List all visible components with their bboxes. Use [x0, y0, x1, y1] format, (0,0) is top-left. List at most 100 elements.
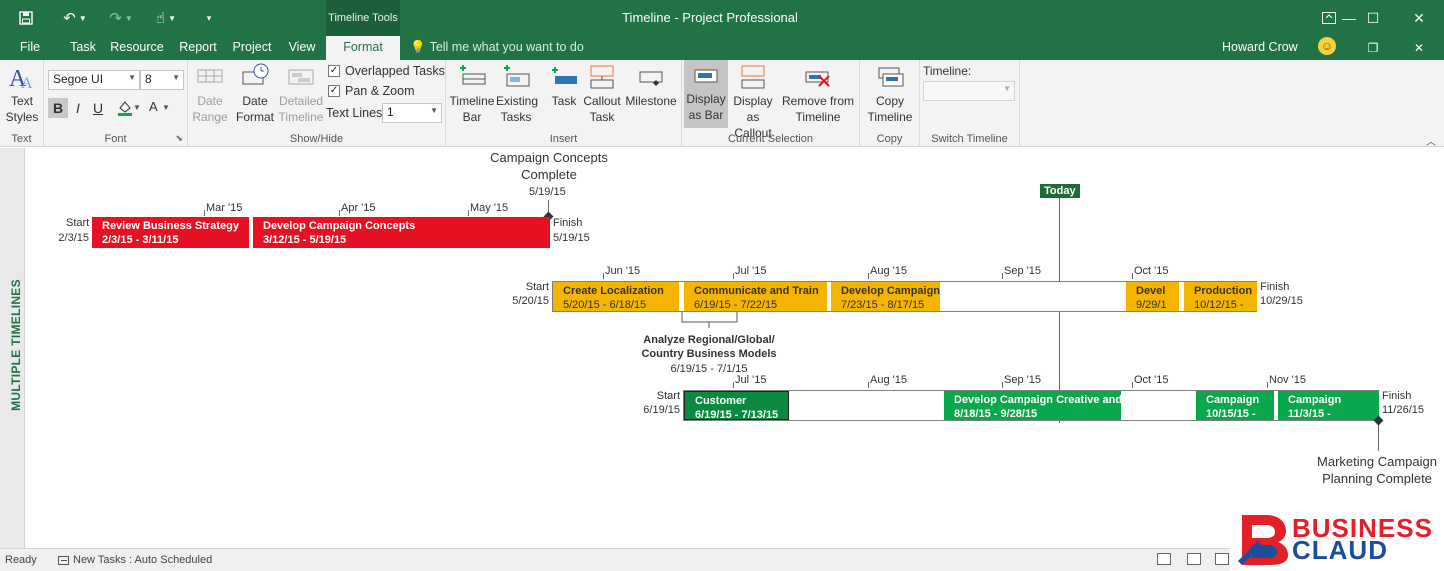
- existing-tasks-button[interactable]: Existing Tasks: [496, 62, 538, 125]
- tab-file[interactable]: File: [10, 36, 50, 60]
- timeline-finish-date: 5/19/15: [553, 232, 590, 244]
- gantt-view-icon[interactable]: [1187, 553, 1201, 565]
- timescale-label: Oct '15: [1134, 265, 1169, 277]
- bold-button[interactable]: B: [48, 98, 68, 118]
- customize-qat-icon[interactable]: ▾: [200, 6, 218, 30]
- tab-project[interactable]: Project: [228, 36, 276, 60]
- callout-task-button[interactable]: Callout Task: [582, 62, 622, 125]
- copy-group: Copy Timeline Copy: [860, 60, 920, 147]
- detailed-timeline-icon: [286, 62, 316, 92]
- timeline-start-label: Start: [525, 281, 549, 293]
- task-dates: 3/12/15 - 5/19/15: [263, 234, 347, 246]
- timescale-tick: [603, 273, 604, 279]
- save-icon[interactable]: [14, 6, 38, 30]
- display-as-bar-button[interactable]: Display as Bar: [684, 60, 728, 128]
- tab-format[interactable]: Format: [326, 36, 400, 60]
- font-color-button[interactable]: A ▼: [144, 98, 172, 118]
- chevron-down-icon: ▼: [430, 106, 438, 115]
- callout-task-name[interactable]: Analyze Regional/Global/ Country Busines…: [614, 333, 804, 361]
- timeline-task[interactable]: Campaign 11/3/15 -: [1278, 391, 1379, 420]
- timeline-task[interactable]: Review Business Strategy 2/3/15 - 3/11/1…: [92, 217, 249, 248]
- touch-mode-icon[interactable]: ☝ ▼: [148, 6, 184, 30]
- display-as-callout-button[interactable]: Display as Callout: [728, 62, 778, 141]
- timeline-bar-icon: [457, 62, 487, 92]
- timescale-label: Jul '15: [735, 374, 767, 386]
- timescale-tick: [733, 273, 734, 279]
- text-styles-icon: AA: [7, 62, 37, 92]
- timeline-task[interactable]: Devel 9/29/1: [1126, 282, 1179, 311]
- milestone-diamond-icon[interactable]: [1373, 415, 1384, 426]
- tell-me-box[interactable]: 💡 Tell me what you want to do: [410, 40, 584, 55]
- tab-report[interactable]: Report: [172, 36, 224, 60]
- task-name: Production: [1194, 285, 1253, 297]
- timescale-tick: [868, 382, 869, 388]
- callout-line1: Analyze Regional/Global/: [643, 334, 775, 346]
- timeline-task[interactable]: Campaign 10/15/15 -: [1196, 391, 1274, 420]
- task-dates: 6/19/15 - 7/22/15: [694, 299, 778, 311]
- timeline-bar[interactable]: Review Business Strategy 2/3/15 - 3/11/1…: [92, 217, 550, 248]
- callout-task-icon: [587, 62, 617, 92]
- italic-button[interactable]: I: [68, 98, 88, 118]
- timeline-bar[interactable]: Customer 6/19/15 - 7/13/15 Develop Campa…: [683, 390, 1379, 421]
- user-name[interactable]: Howard Crow: [1222, 40, 1298, 54]
- timeline-task[interactable]: Create Localization 5/20/15 - 6/18/15: [553, 282, 679, 311]
- timescale-tick: [733, 382, 734, 388]
- timeline-task[interactable]: Develop Campaign Creative and 8/18/15 - …: [944, 391, 1121, 420]
- task-name: Customer: [695, 395, 747, 407]
- font-size-combo[interactable]: 8 ▼: [140, 70, 184, 90]
- overlapped-tasks-label: Overlapped Tasks: [345, 64, 445, 78]
- tab-task[interactable]: Task: [62, 36, 104, 60]
- pan-zoom-checkbox[interactable]: ✓ Pan & Zoom: [328, 84, 414, 98]
- task-dates: 6/19/15 - 7/13/15: [695, 409, 779, 420]
- task-name: Campaign: [1206, 394, 1260, 406]
- milestone-button[interactable]: Milestone: [624, 62, 678, 109]
- timeline-canvas[interactable]: Today Campaign Concepts Complete 5/19/15…: [26, 148, 1444, 548]
- timeline-task[interactable]: Production 10/12/15 -: [1184, 282, 1257, 311]
- timeline-start-date: 2/3/15: [58, 232, 89, 244]
- task-name: Develop Campaign Creative and: [954, 394, 1121, 406]
- milestone-leader-line: [1378, 425, 1379, 451]
- timeline-task[interactable]: Develop Campaign Concepts 3/12/15 - 5/19…: [253, 217, 550, 248]
- display-as-callout-icon: [738, 62, 768, 92]
- background-color-button[interactable]: ▼: [114, 98, 142, 118]
- timeline-finish-label: Finish: [1382, 390, 1412, 402]
- normal-view-icon[interactable]: [1157, 553, 1171, 565]
- text-styles-label: Text Styles: [5, 94, 39, 124]
- ribbon: AA Text Styles Text Segoe UI ▼ 8 ▼ B I U ▼…: [0, 60, 1444, 147]
- view-sidebar: MULTIPLE TIMELINES: [0, 148, 25, 548]
- underline-button[interactable]: U: [88, 98, 108, 118]
- timeline-bar-button[interactable]: Timeline Bar: [448, 62, 496, 125]
- timeline-finish-label: Finish: [553, 217, 583, 229]
- tab-resource[interactable]: Resource: [108, 36, 166, 60]
- timescale-tick: [1002, 273, 1003, 279]
- insert-task-label: Task: [551, 94, 577, 108]
- insert-task-button[interactable]: Task: [546, 62, 582, 109]
- feedback-smiley-icon[interactable]: ☺: [1318, 37, 1336, 55]
- text-group: AA Text Styles Text: [0, 60, 44, 147]
- remove-from-timeline-icon: [803, 62, 833, 92]
- undo-icon[interactable]: ↶ ▼: [58, 6, 92, 30]
- tab-view[interactable]: View: [280, 36, 324, 60]
- timeline-task[interactable]: Communicate and Train 6/19/15 - 7/22/15: [684, 282, 827, 311]
- remove-from-timeline-button[interactable]: Remove from Timeline: [780, 62, 856, 125]
- timeline-bar[interactable]: Create Localization 5/20/15 - 6/18/15 Co…: [552, 281, 1257, 312]
- copy-timeline-button[interactable]: Copy Timeline: [862, 62, 918, 125]
- timeline-finish-date: 11/26/15: [1382, 404, 1425, 416]
- new-tasks-mode[interactable]: New Tasks : Auto Scheduled: [58, 554, 212, 566]
- collapse-ribbon-icon[interactable]: ︿: [1426, 133, 1436, 148]
- date-format-label: Date Format: [235, 94, 274, 124]
- timeline-task[interactable]: Customer 6/19/15 - 7/13/15: [684, 391, 789, 420]
- timeline-start-label: Start: [66, 217, 90, 229]
- tell-me-placeholder: Tell me what you want to do: [429, 40, 584, 54]
- date-format-button[interactable]: Date Format: [232, 62, 278, 125]
- task-dates: 7/23/15 - 8/17/15: [841, 299, 925, 311]
- timescale-label: Oct '15: [1134, 374, 1169, 386]
- overlapped-tasks-checkbox[interactable]: ✓ Overlapped Tasks: [328, 64, 445, 78]
- text-lines-combo[interactable]: 1 ▼: [382, 103, 442, 123]
- font-name-combo[interactable]: Segoe UI ▼: [48, 70, 140, 90]
- task-usage-view-icon[interactable]: [1215, 553, 1229, 565]
- timeline-task[interactable]: Develop Campaign 7/23/15 - 8/17/15: [831, 282, 940, 311]
- show-hide-group-label: Show/Hide: [289, 133, 344, 145]
- display-as-bar-icon: [691, 60, 721, 90]
- text-styles-button[interactable]: AA Text Styles: [4, 62, 40, 125]
